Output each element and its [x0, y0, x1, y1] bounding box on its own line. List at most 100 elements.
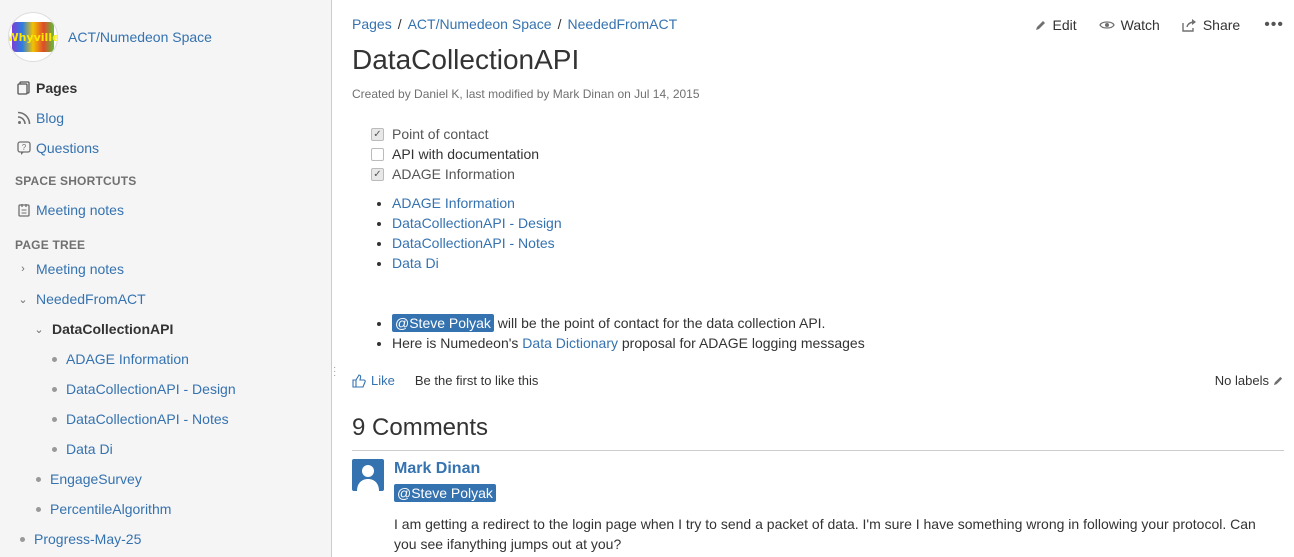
sidebar-resize-handle[interactable]: · · · [333, 363, 336, 381]
blog-icon [16, 110, 32, 126]
more-actions-icon[interactable]: ••• [1264, 16, 1284, 34]
task-checkbox[interactable]: ✓ [371, 127, 384, 141]
edit-label: Edit [1052, 17, 1077, 33]
task-checkbox[interactable] [371, 147, 384, 161]
tree-item-label: DataCollectionAPI - Notes [66, 411, 229, 427]
task-checkbox[interactable]: ✓ [371, 167, 384, 181]
labels-area: No labels [1215, 373, 1284, 388]
share-label: Share [1202, 17, 1241, 33]
child-page-link[interactable]: DataCollectionAPI - Design [392, 215, 562, 231]
task-label: API with documentation [392, 146, 540, 162]
list-item: Here is Numedeon's Data Dictionary propo… [392, 333, 865, 353]
sidebar: Whyville ACT/Numedeon Space Pages Blog ?… [0, 0, 332, 557]
edit-labels-icon[interactable] [1273, 375, 1284, 386]
notes-list: @Steve Polyak will be the point of conta… [392, 313, 865, 353]
comment-mention-line: @Steve Polyak [394, 484, 496, 502]
watch-label: Watch [1120, 17, 1160, 33]
tree-item-neededfromact[interactable]: ⌄ NeededFromACT [16, 289, 146, 309]
list-item: Data Di [392, 253, 562, 273]
note-text: proposal for ADAGE logging messages [618, 335, 865, 351]
list-item: @Steve Polyak will be the point of conta… [392, 313, 865, 333]
breadcrumb: Pages / ACT/Numedeon Space / NeededFromA… [352, 16, 677, 32]
child-page-link[interactable]: ADAGE Information [392, 195, 515, 211]
page-title: DataCollectionAPI [352, 44, 580, 75]
chevron-down-icon[interactable]: ⌄ [32, 323, 46, 336]
logo-text: Whyville [9, 22, 57, 52]
task-label: ADAGE Information [392, 166, 515, 182]
tree-item-datacollectionapi[interactable]: ⌄ DataCollectionAPI [32, 319, 173, 339]
tree-item-dca-design[interactable]: DataCollectionAPI - Design [48, 379, 236, 399]
child-page-link[interactable]: DataCollectionAPI - Notes [392, 235, 555, 251]
pages-icon [16, 80, 32, 96]
task-list: ✓ Point of contact API with documentatio… [371, 124, 539, 184]
sidebar-item-label: Blog [36, 110, 65, 126]
note-text: Here is Numedeon's [392, 335, 523, 351]
sidebar-item-pages[interactable]: Pages [16, 78, 77, 98]
list-item: DataCollectionAPI - Notes [392, 233, 562, 253]
tree-item-dca-notes[interactable]: DataCollectionAPI - Notes [48, 409, 229, 429]
avatar[interactable] [352, 459, 384, 491]
note-text: will be the point of contact for the dat… [493, 315, 826, 331]
meeting-notes-icon [16, 202, 32, 218]
share-button[interactable]: Share [1182, 17, 1240, 33]
task-label: Point of contact [392, 126, 489, 142]
user-mention[interactable]: @Steve Polyak [392, 314, 494, 332]
space-logo[interactable]: Whyville [8, 12, 58, 62]
chevron-right-icon[interactable]: › [16, 263, 30, 275]
like-button[interactable]: Like [352, 373, 395, 388]
task-item: ✓ Point of contact [371, 124, 539, 144]
tree-item-label: Meeting notes [36, 261, 124, 277]
tree-item-label: Progress-May-25 [34, 531, 142, 547]
space-name-link[interactable]: ACT/Numedeon Space [68, 29, 212, 45]
tree-bullet [36, 506, 41, 512]
sidebar-item-label: Pages [36, 80, 78, 96]
tree-item-label: PercentileAlgorithm [50, 501, 172, 517]
sidebar-item-blog[interactable]: Blog [16, 108, 64, 128]
edit-button[interactable]: Edit [1035, 17, 1077, 33]
child-pages-list: ADAGE Information DataCollectionAPI - De… [392, 193, 562, 273]
breadcrumb-parent[interactable]: NeededFromACT [567, 16, 677, 32]
comments-heading: 9 Comments [352, 414, 489, 441]
sidebar-item-questions[interactable]: ? Questions [16, 138, 99, 158]
page-tree-heading: PAGE TREE [15, 238, 86, 252]
tree-item-label: DataCollectionAPI [52, 321, 174, 337]
tree-bullet [20, 536, 25, 542]
divider [352, 450, 1284, 451]
labels-text: No labels [1214, 373, 1269, 388]
tree-bullet [36, 476, 41, 482]
space-shortcuts-heading: SPACE SHORTCUTS [15, 174, 137, 188]
breadcrumb-pages[interactable]: Pages [352, 16, 392, 32]
tree-bullet [52, 386, 57, 392]
like-label: Like [371, 373, 395, 388]
task-item: API with documentation [371, 144, 539, 164]
share-icon [1182, 18, 1197, 32]
tree-bullet [52, 446, 57, 452]
child-page-link[interactable]: Data Di [392, 255, 439, 271]
user-mention[interactable]: @Steve Polyak [394, 484, 496, 502]
pencil-icon [1035, 19, 1047, 31]
task-item: ✓ ADAGE Information [371, 164, 539, 184]
space-header[interactable]: Whyville ACT/Numedeon Space [8, 12, 212, 62]
tree-bullet [52, 416, 57, 422]
tree-item-progress-may-25[interactable]: Progress-May-25 [16, 529, 141, 549]
chevron-down-icon[interactable]: ⌄ [16, 293, 30, 306]
page-byline: Created by Daniel K, last modified by Ma… [352, 87, 700, 101]
tree-item-label: NeededFromACT [36, 291, 146, 307]
watch-button[interactable]: Watch [1098, 17, 1160, 33]
data-dictionary-link[interactable]: Data Dictionary [522, 335, 618, 351]
breadcrumb-space[interactable]: ACT/Numedeon Space [408, 16, 552, 32]
like-bar: Like Be the first to like this No labels [352, 373, 1284, 388]
tree-item-adage-information[interactable]: ADAGE Information [48, 349, 189, 369]
sidebar-item-label: Questions [36, 140, 100, 156]
tree-item-label: EngageSurvey [50, 471, 142, 487]
eye-icon [1098, 19, 1115, 31]
like-status: Be the first to like this [414, 373, 539, 388]
thumbs-up-icon [352, 373, 366, 388]
comment-author[interactable]: Mark Dinan [394, 460, 480, 478]
tree-item-label: ADAGE Information [66, 351, 189, 367]
tree-item-percentilealgorithm[interactable]: PercentileAlgorithm [32, 499, 171, 519]
tree-item-meeting-notes[interactable]: › Meeting notes [16, 259, 124, 279]
tree-item-engagesurvey[interactable]: EngageSurvey [32, 469, 142, 489]
sidebar-item-meeting-notes-shortcut[interactable]: Meeting notes [16, 200, 124, 220]
tree-item-data-di[interactable]: Data Di [48, 439, 113, 459]
